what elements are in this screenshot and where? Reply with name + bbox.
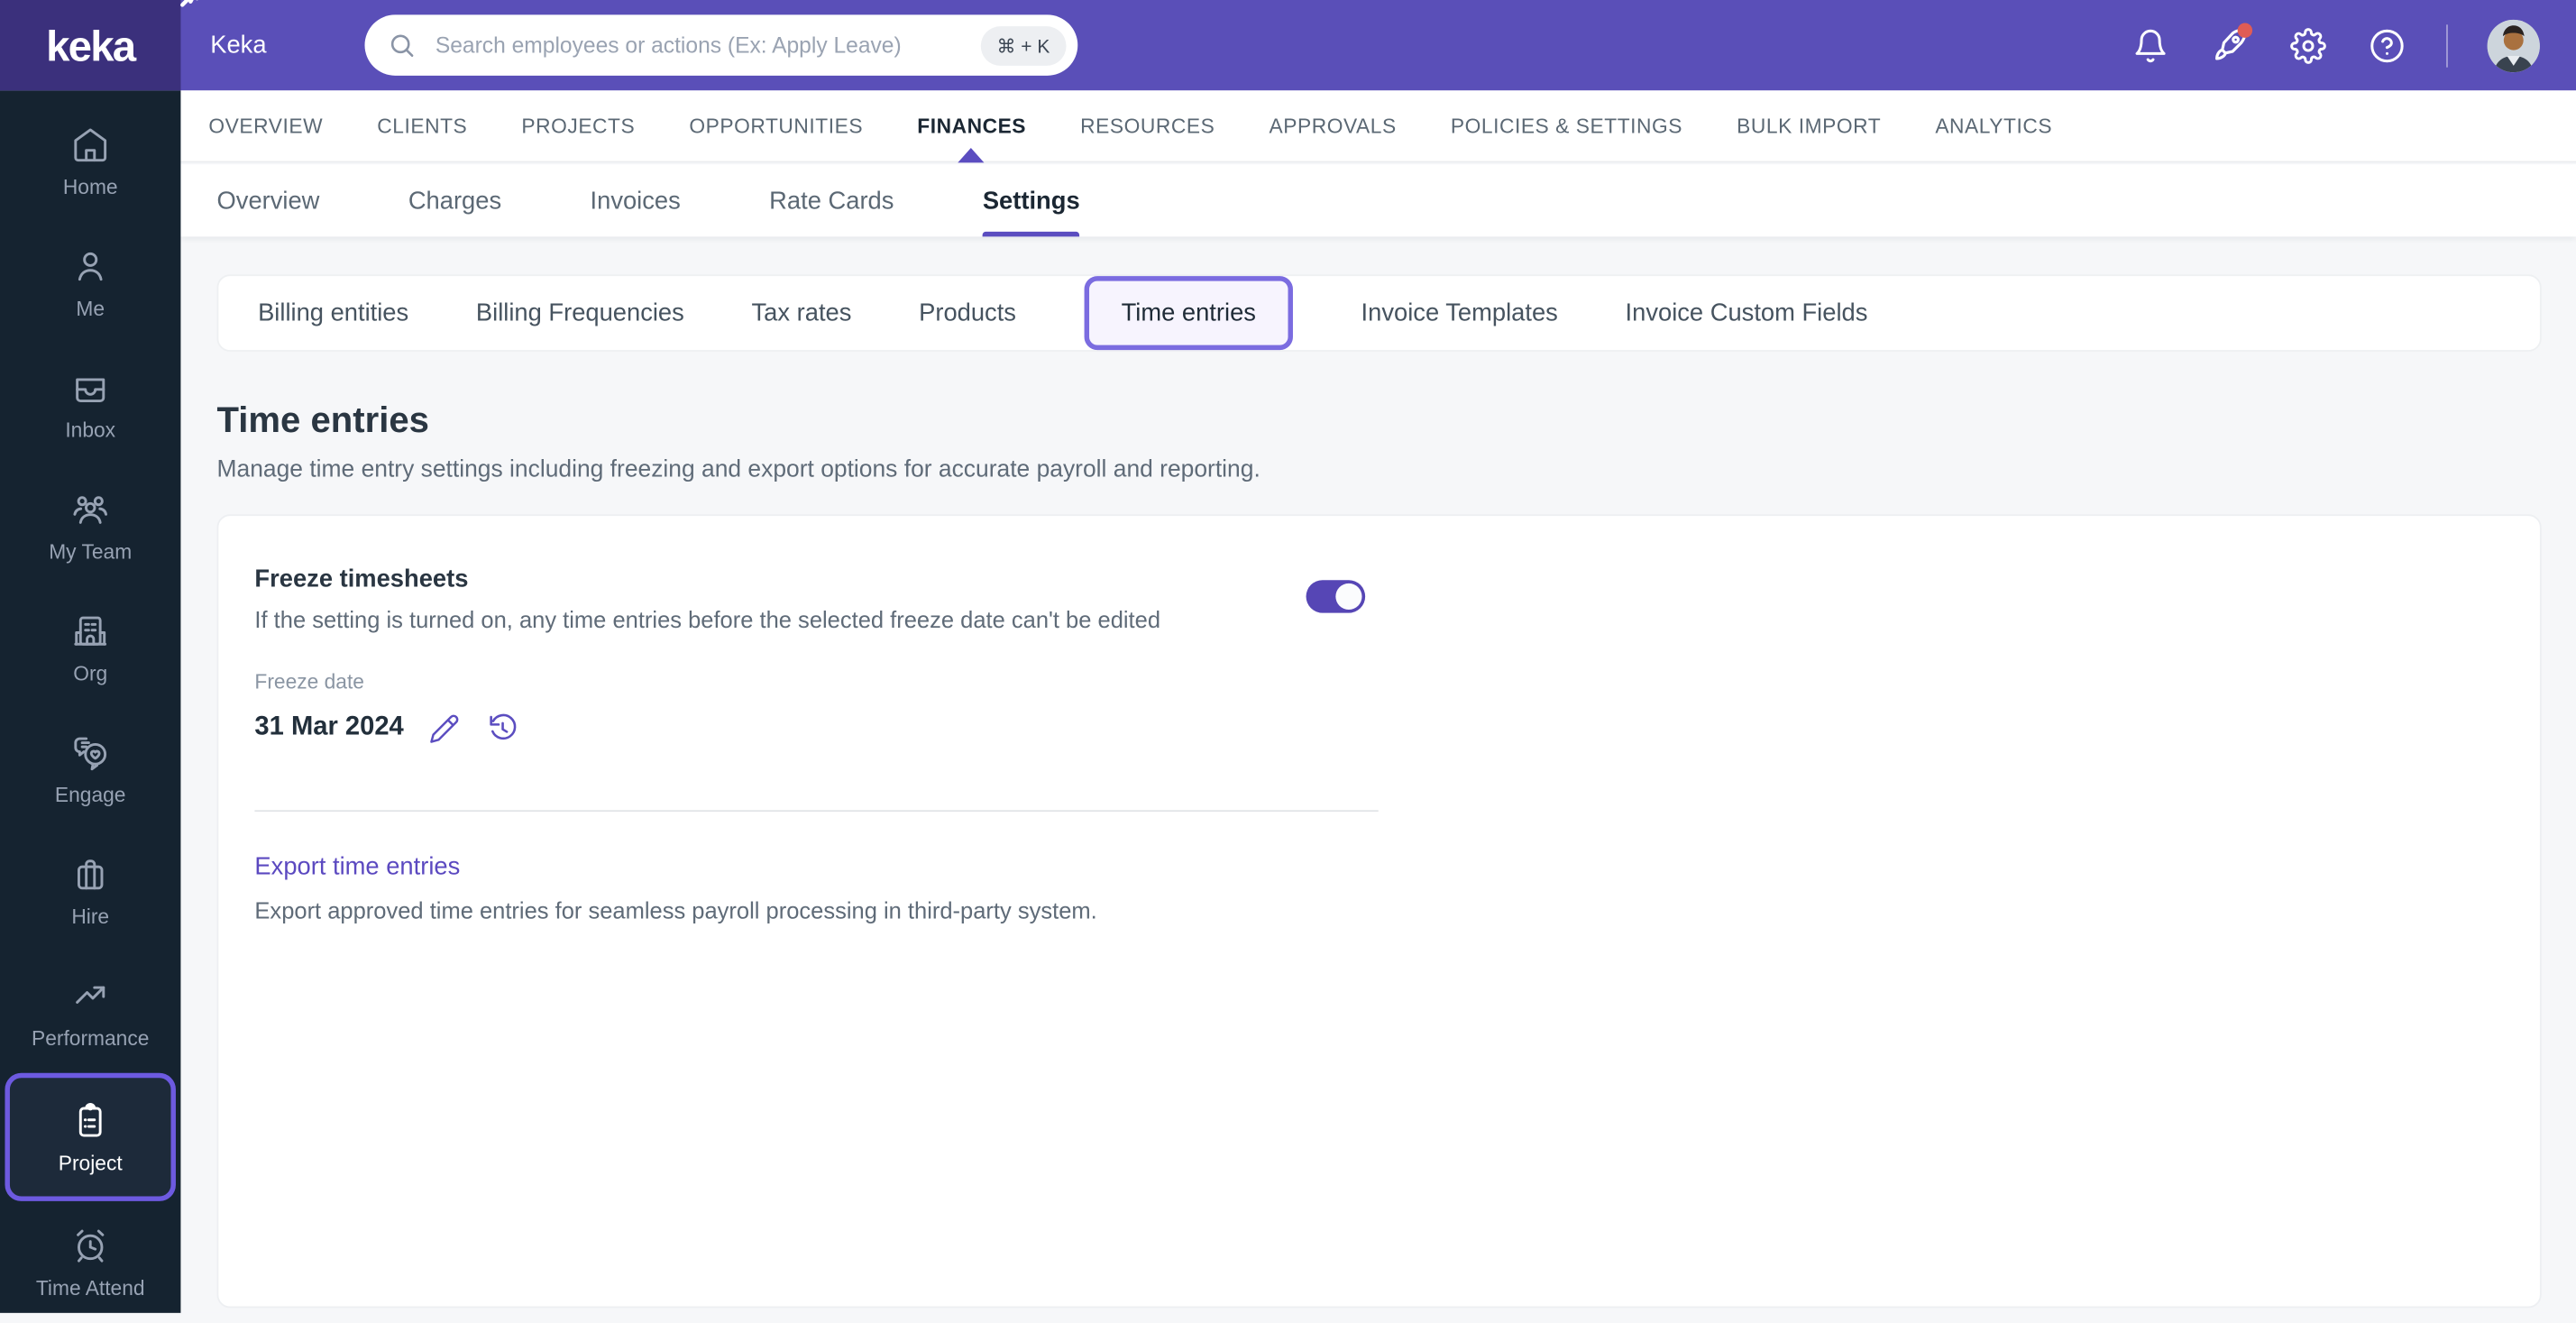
settings-tab-billing-entities[interactable]: Billing entities <box>258 299 408 327</box>
settings-tab-time-entries[interactable]: Time entries <box>1084 276 1294 350</box>
sub-nav-tab-charges[interactable]: Charges <box>408 164 501 236</box>
time-attend-icon <box>70 1225 110 1264</box>
freeze-date-row: 31 Mar 2024 <box>254 710 2503 746</box>
sub-nav-tab-invoices[interactable]: Invoices <box>591 164 681 236</box>
keka-app: keka Keka ⌘ + K <box>0 0 2576 1313</box>
me-icon <box>70 245 110 285</box>
time-entries-settings-card: Freeze timesheets If the setting is turn… <box>217 514 2542 1308</box>
freeze-date-label: Freeze date <box>254 670 2503 694</box>
primary-nav: OVERVIEW CLIENTS PROJECTS OPPORTUNITIES … <box>180 90 2576 162</box>
export-description: Export approved time entries for seamles… <box>254 896 2503 925</box>
sidebar-item-engage[interactable]: Engage <box>0 708 180 830</box>
hire-icon <box>70 854 110 894</box>
keka-logo-text: keka <box>46 23 134 66</box>
freeze-timesheets-title: Freeze timesheets <box>254 565 2503 595</box>
card-divider <box>254 810 1378 812</box>
main-nav-tab-resources[interactable]: RESOURCES <box>1080 90 1215 161</box>
freeze-date-history-button[interactable] <box>486 712 518 744</box>
page-subtitle: Manage time entry settings including fre… <box>217 455 2542 485</box>
notification-dot <box>2238 23 2252 37</box>
content-area: Billing entities Billing Frequencies Tax… <box>180 236 2576 1312</box>
page-title: Time entries <box>217 401 2542 441</box>
secondary-nav: Overview Charges Invoices Rate Cards Set… <box>180 164 2576 236</box>
sidebar-item-label: Performance <box>32 1026 149 1050</box>
main-nav-tab-approvals[interactable]: APPROVALS <box>1270 90 1397 161</box>
sidebar-item-performance[interactable]: Performance <box>0 951 180 1073</box>
topbar: keka Keka ⌘ + K <box>0 0 2576 90</box>
settings-tabs-bar: Billing entities Billing Frequencies Tax… <box>217 274 2542 352</box>
sidebar-item-label: Me <box>76 297 105 320</box>
freeze-timesheets-toggle[interactable] <box>1306 580 1366 612</box>
whats-new-rocket-icon[interactable] <box>2210 25 2250 65</box>
settings-tab-invoice-templates[interactable]: Invoice Templates <box>1361 299 1558 327</box>
sidebar-item-label: Home <box>63 175 118 198</box>
search-shortcut-badge: ⌘ + K <box>980 25 1066 65</box>
sidebar-item-my-team[interactable]: My Team <box>0 465 180 587</box>
sidebar-item-label: My Team <box>49 540 132 564</box>
main-nav-tab-projects[interactable]: PROJECTS <box>521 90 635 161</box>
settings-tab-products[interactable]: Products <box>919 299 1016 327</box>
main-nav-tab-opportunities[interactable]: OPPORTUNITIES <box>689 90 863 161</box>
org-icon <box>70 611 110 650</box>
pencil-icon <box>429 712 461 744</box>
search-input[interactable] <box>432 32 980 60</box>
main-nav-tab-analytics[interactable]: ANALYTICS <box>1935 90 2052 161</box>
main-nav-tab-overview[interactable]: OVERVIEW <box>208 90 323 161</box>
history-icon <box>486 712 518 744</box>
page-header: Time entries Manage time entry settings … <box>217 401 2542 485</box>
settings-tab-billing-frequencies[interactable]: Billing Frequencies <box>476 299 684 327</box>
sidebar-item-label: Time Attend <box>36 1276 145 1300</box>
inbox-icon <box>70 367 110 407</box>
main-nav-tab-bulk-import[interactable]: BULK IMPORT <box>1737 90 1881 161</box>
sidebar-item-label: Inbox <box>65 418 115 442</box>
sidebar-item-label: Hire <box>71 905 109 928</box>
search-icon <box>388 32 416 60</box>
settings-tab-tax-rates[interactable]: Tax rates <box>752 299 852 327</box>
edit-freeze-date-button[interactable] <box>428 712 461 744</box>
sidebar-item-inbox[interactable]: Inbox <box>0 344 180 465</box>
global-search[interactable]: ⌘ + K <box>364 14 1077 75</box>
project-icon <box>70 1100 110 1140</box>
sidebar-item-label: Project <box>59 1151 123 1174</box>
export-time-entries-link[interactable]: Export time entries <box>254 853 460 883</box>
main-nav-tab-finances[interactable]: FINANCES <box>917 90 1026 161</box>
sidebar-item-home[interactable]: Home <box>0 100 180 222</box>
sidebar-item-project[interactable]: Project <box>5 1073 175 1201</box>
topbar-actions <box>2131 0 2540 90</box>
sub-nav-tab-overview[interactable]: Overview <box>217 164 320 236</box>
sidebar-item-label: Engage <box>55 783 126 806</box>
engage-icon <box>70 732 110 772</box>
sidebar-item-org[interactable]: Org <box>0 586 180 708</box>
sub-nav-tab-settings[interactable]: Settings <box>983 164 1080 236</box>
main-nav-tab-clients[interactable]: CLIENTS <box>377 90 467 161</box>
app-title: Keka <box>210 0 266 90</box>
notifications-bell-icon[interactable] <box>2131 25 2170 65</box>
sidebar-item-time-attend[interactable]: Time Attend <box>0 1201 180 1323</box>
freeze-timesheets-description: If the setting is turned on, any time en… <box>254 605 2503 635</box>
performance-icon <box>70 975 110 1015</box>
home-icon <box>70 124 110 164</box>
main-nav-tab-policies-settings[interactable]: POLICIES & SETTINGS <box>1451 90 1682 161</box>
sub-nav-tab-rate-cards[interactable]: Rate Cards <box>769 164 894 236</box>
topbar-divider <box>2446 23 2448 66</box>
sidebar-item-me[interactable]: Me <box>0 222 180 344</box>
freeze-date-value: 31 Mar 2024 <box>254 713 403 743</box>
sidebar-item-label: Org <box>73 661 107 684</box>
toggle-knob <box>1335 583 1361 610</box>
keka-logo[interactable]: keka <box>0 0 180 90</box>
sidebar-item-hire[interactable]: Hire <box>0 830 180 951</box>
settings-tab-invoice-custom-fields[interactable]: Invoice Custom Fields <box>1626 299 1868 327</box>
my-team-icon <box>70 489 110 528</box>
sidebar: Home Me Inbox My Team Org Engage Hire P <box>0 90 180 1313</box>
logo-spark-icon <box>178 0 204 10</box>
user-avatar[interactable] <box>2488 19 2540 71</box>
help-icon[interactable] <box>2368 25 2407 65</box>
settings-gear-icon[interactable] <box>2288 25 2328 65</box>
